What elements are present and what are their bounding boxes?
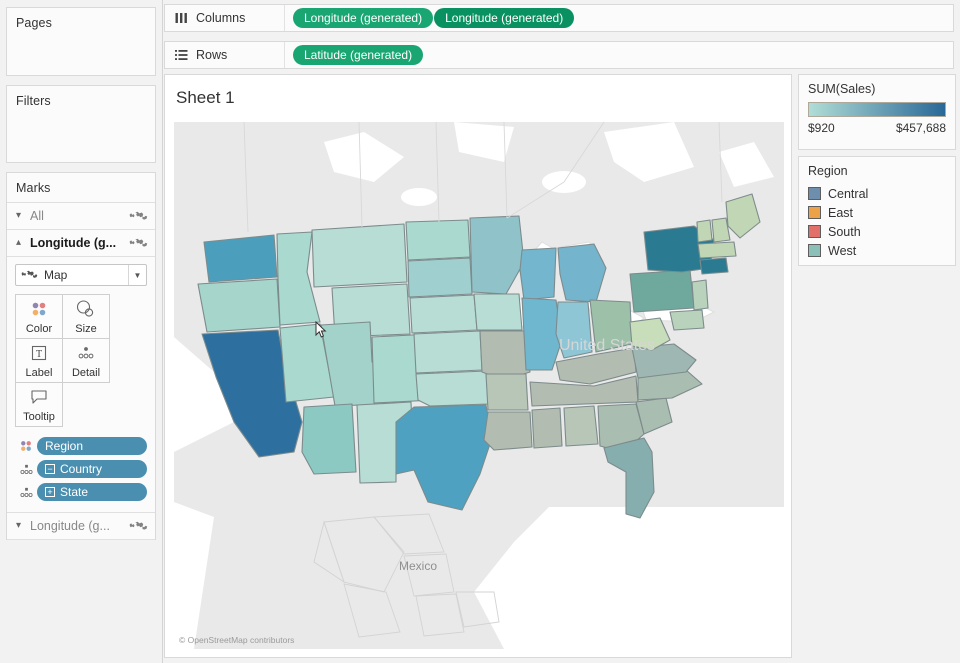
tooltip-button-label: Tooltip bbox=[23, 411, 55, 423]
columns-shelf-label: Columns bbox=[196, 11, 246, 25]
marks-pill-state[interactable]: + State bbox=[37, 483, 147, 501]
color-button[interactable]: Color bbox=[15, 294, 63, 339]
detail-button-label: Detail bbox=[71, 367, 101, 379]
region-legend-title: Region bbox=[808, 164, 848, 178]
mark-type-dropdown[interactable]: Map ▼ bbox=[15, 264, 147, 286]
sales-legend-title: SUM(Sales) bbox=[808, 82, 876, 96]
marks-pill-country-label: Country bbox=[60, 462, 103, 476]
filters-title: Filters bbox=[16, 94, 51, 108]
world-map-icon bbox=[21, 270, 38, 278]
marks-pill-region-label: Region bbox=[45, 439, 84, 453]
map-attribution: © OpenStreetMap contributors bbox=[179, 635, 295, 645]
marks-pill-region-row: Region bbox=[15, 435, 147, 457]
legend-item-east[interactable]: East bbox=[799, 203, 955, 222]
marks-row-longitude-2[interactable]: ▾ Longitude (g... bbox=[7, 513, 155, 540]
page-title: Sheet 1 bbox=[176, 88, 235, 107]
legend-item-south[interactable]: South bbox=[799, 222, 955, 241]
marks-button-grid: Color Size T Label Detail Tooltip bbox=[15, 294, 147, 427]
world-map-icon bbox=[129, 521, 148, 530]
left-panel: Pages Filters Marks ▾ All ▴ Longitude (g… bbox=[0, 0, 163, 663]
rows-shelf-label: Rows bbox=[196, 48, 228, 62]
marks-pill-state-label: State bbox=[60, 485, 89, 499]
tooltip-button[interactable]: Tooltip bbox=[15, 382, 63, 427]
legend-item-west[interactable]: West bbox=[799, 241, 955, 260]
filters-card: Filters bbox=[6, 85, 156, 163]
legend-label-east: East bbox=[828, 205, 854, 220]
legend-item-central[interactable]: Central bbox=[799, 184, 955, 203]
marks-pill-country[interactable]: − Country bbox=[37, 460, 147, 478]
marks-pill-country-row: − Country bbox=[15, 458, 147, 480]
label-t-icon: T bbox=[30, 339, 48, 367]
region-legend: Region Central East South West bbox=[798, 156, 956, 266]
sales-color-legend: SUM(Sales) $920 $457,688 bbox=[798, 74, 956, 150]
gradient-min-value: $920 bbox=[808, 121, 835, 135]
marks-row-longitude-2-label: Longitude (g... bbox=[30, 519, 110, 533]
gradient-max-value: $457,688 bbox=[895, 121, 946, 135]
worksheet-view: Sheet 1 United States Mexico © OpenStree… bbox=[164, 74, 792, 658]
columns-pill-longitude-2[interactable]: Longitude (generated) bbox=[434, 8, 575, 28]
legend-swatch-east bbox=[808, 206, 821, 219]
columns-shelf-header: Columns bbox=[165, 5, 285, 31]
rows-pill-latitude[interactable]: Latitude (generated) bbox=[293, 45, 424, 65]
label-button-label: Label bbox=[25, 367, 53, 379]
size-button-label: Size bbox=[75, 323, 97, 335]
mark-type-label: Map bbox=[44, 268, 68, 282]
collapse-icon[interactable]: − bbox=[45, 464, 55, 474]
size-circles-icon bbox=[75, 295, 97, 323]
marks-row-all-label: All bbox=[30, 209, 44, 223]
legend-label-central: Central bbox=[828, 186, 869, 201]
detail-dots-icon bbox=[15, 486, 37, 499]
marks-pill-region[interactable]: Region bbox=[37, 437, 147, 455]
choropleth-map[interactable] bbox=[174, 122, 784, 649]
columns-pill-longitude-1[interactable]: Longitude (generated) bbox=[293, 8, 434, 28]
size-button[interactable]: Size bbox=[62, 294, 110, 339]
chevron-down-icon[interactable]: ▾ bbox=[16, 211, 30, 221]
pages-card: Pages bbox=[6, 7, 156, 76]
chevron-up-icon[interactable]: ▴ bbox=[16, 238, 30, 248]
rows-icon bbox=[175, 50, 188, 60]
marks-title: Marks bbox=[7, 173, 155, 203]
color-gradient-bar bbox=[808, 102, 946, 117]
chevron-down-icon[interactable]: ▼ bbox=[128, 265, 146, 285]
marks-pill-state-row: + State bbox=[15, 481, 147, 503]
world-map-icon bbox=[129, 238, 148, 247]
legend-swatch-south bbox=[808, 225, 821, 238]
rows-shelf[interactable]: Rows Latitude (generated) bbox=[164, 41, 954, 69]
color-button-label: Color bbox=[25, 323, 53, 335]
label-button[interactable]: T Label bbox=[15, 338, 63, 383]
color-dots-icon bbox=[15, 439, 37, 453]
rows-shelf-pills: Latitude (generated) bbox=[285, 45, 424, 65]
legend-label-west: West bbox=[828, 243, 857, 258]
mouse-cursor bbox=[315, 321, 327, 338]
expand-icon[interactable]: + bbox=[45, 487, 55, 497]
color-dots-icon bbox=[30, 295, 48, 323]
marks-row-all[interactable]: ▾ All bbox=[7, 203, 155, 230]
columns-shelf-pills: Longitude (generated) Longitude (generat… bbox=[285, 8, 575, 28]
marks-pill-list: Region − Country + State bbox=[15, 435, 147, 503]
chevron-down-icon[interactable]: ▾ bbox=[16, 521, 30, 531]
world-map-icon bbox=[129, 211, 148, 220]
detail-dots-icon bbox=[76, 339, 96, 367]
marks-card-body: Map ▼ Color Size T Label Detail Tooltip … bbox=[7, 257, 155, 513]
columns-shelf[interactable]: Columns Longitude (generated) Longitude … bbox=[164, 4, 954, 32]
marks-row-longitude-1-label: Longitude (g... bbox=[30, 236, 117, 250]
columns-icon bbox=[175, 13, 187, 23]
legend-label-south: South bbox=[828, 224, 861, 239]
svg-text:T: T bbox=[36, 349, 42, 360]
legend-swatch-west bbox=[808, 244, 821, 257]
detail-dots-icon bbox=[15, 463, 37, 476]
rows-shelf-header: Rows bbox=[165, 42, 285, 68]
pages-title: Pages bbox=[16, 16, 52, 30]
marks-card: Marks ▾ All ▴ Longitude (g... Map ▼ Colo… bbox=[6, 172, 156, 540]
tableau-worksheet: Pages Filters Marks ▾ All ▴ Longitude (g… bbox=[0, 0, 960, 663]
legend-swatch-central bbox=[808, 187, 821, 200]
gradient-value-row: $920 $457,688 bbox=[799, 117, 955, 135]
tooltip-bubble-icon bbox=[29, 383, 49, 411]
detail-button[interactable]: Detail bbox=[62, 338, 110, 383]
map-visualization[interactable]: United States Mexico © OpenStreetMap con… bbox=[174, 122, 784, 649]
marks-row-longitude-1[interactable]: ▴ Longitude (g... bbox=[7, 230, 155, 257]
